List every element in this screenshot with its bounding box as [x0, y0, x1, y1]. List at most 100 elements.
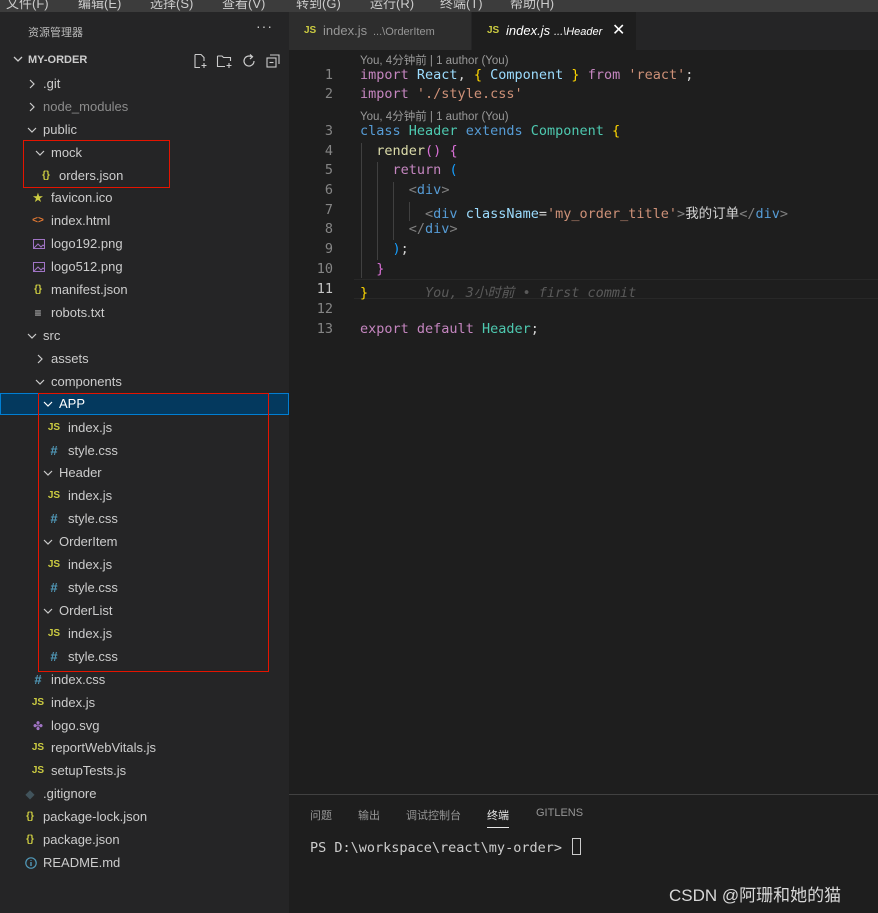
tab-header-index-js[interactable]: JS index.js ...\Header ✕: [472, 12, 636, 50]
tree-file-orderlist-style-css[interactable]: # style.css: [0, 646, 289, 668]
chevron-down-icon: [27, 333, 37, 339]
code-editor[interactable]: You, 4分钟前 | 1 author (You) You, 4分钟前 | 1…: [289, 50, 878, 794]
tab-gitlens[interactable]: GITLENS: [536, 807, 583, 819]
menu-file[interactable]: 文件(F): [6, 0, 49, 12]
more-actions-icon[interactable]: ···: [256, 18, 273, 34]
tree-folder-assets[interactable]: assets: [0, 348, 289, 370]
tree-file-index-html[interactable]: <> index.html: [0, 210, 289, 232]
new-folder-icon[interactable]: [216, 53, 233, 69]
tree-file-index-js[interactable]: JS index.js: [0, 692, 289, 714]
tab-path: ...\Header: [554, 26, 603, 38]
menu-selection[interactable]: 选择(S): [150, 0, 193, 12]
menu-edit[interactable]: 编辑(E): [78, 0, 121, 12]
tree-file-package-lock[interactable]: {} package-lock.json: [0, 806, 289, 828]
tree-folder-mock[interactable]: mock: [0, 142, 289, 164]
tree-file-orderitem-style-css[interactable]: # style.css: [0, 577, 289, 599]
tree-folder-orderitem[interactable]: OrderItem: [0, 531, 289, 553]
codelens-author[interactable]: You, 4分钟前 | 1 author (You): [360, 108, 509, 124]
tree-file-orders-json[interactable]: {} orders.json: [0, 165, 289, 187]
tree-file-orderlist-index-js[interactable]: JS index.js: [0, 623, 289, 645]
menu-go[interactable]: 转到(G): [296, 0, 341, 12]
menu-run[interactable]: 运行(R): [370, 0, 414, 12]
css-file-icon: #: [34, 672, 42, 687]
tree-folder-git[interactable]: .git: [0, 73, 289, 95]
tree-item-label: src: [43, 328, 61, 343]
tree-file-logo-svg[interactable]: ✤ logo.svg: [0, 715, 289, 737]
chevron-down-icon: [35, 379, 45, 385]
chevron-down-icon: [13, 56, 23, 62]
js-file-icon: JS: [31, 765, 45, 776]
tree-folder-header[interactable]: Header: [0, 462, 289, 484]
menu-help[interactable]: 帮助(H): [510, 0, 554, 12]
tree-file-header-index-js[interactable]: JS index.js: [0, 485, 289, 507]
tree-file-gitignore[interactable]: ◆ .gitignore: [0, 783, 289, 805]
collapse-all-icon[interactable]: [265, 53, 281, 69]
tree-file-package-json[interactable]: {} package.json: [0, 829, 289, 851]
explorer-sidebar: 资源管理器 ··· MY-ORDER .git node_modules pub…: [0, 12, 289, 913]
menu-view[interactable]: 查看(V): [222, 0, 265, 12]
line-number: 1: [324, 67, 333, 83]
tree-item-label: OrderList: [59, 603, 113, 618]
json-file-icon: {}: [26, 811, 34, 822]
project-name: MY-ORDER: [28, 54, 88, 66]
project-header[interactable]: MY-ORDER: [0, 51, 289, 71]
tree-folder-public[interactable]: public: [0, 119, 289, 141]
tab-terminal[interactable]: 终端: [487, 807, 509, 828]
code-line: render() {: [376, 143, 458, 159]
tree-item-label: .gitignore: [43, 786, 97, 801]
code-line: );: [392, 241, 409, 257]
line-number: 2: [324, 86, 333, 102]
tree-item-label: APP: [59, 396, 86, 411]
code-line: class Header extends Component {: [360, 123, 621, 139]
chevron-down-icon: [27, 127, 37, 133]
text-file-icon: ≡: [34, 306, 42, 320]
chevron-right-icon: [37, 354, 43, 364]
tree-folder-src[interactable]: src: [0, 325, 289, 347]
code-line: import './style.css': [360, 86, 523, 102]
tree-file-reportwebvitals[interactable]: JS reportWebVitals.js: [0, 737, 289, 759]
menu-bar: 文件(F) 编辑(E) 选择(S) 查看(V) 转到(G) 运行(R) 终端(T…: [0, 0, 878, 12]
tree-file-favicon[interactable]: ★ favicon.ico: [0, 187, 289, 209]
tree-file-orderitem-index-js[interactable]: JS index.js: [0, 554, 289, 576]
explorer-title: 资源管理器: [28, 27, 83, 39]
terminal-output[interactable]: PS D:\workspace\react\my-order>: [310, 838, 582, 856]
tree-item-label: components: [51, 374, 122, 389]
tree-file-readme[interactable]: README.md: [0, 852, 289, 874]
tree-file-robots[interactable]: ≡ robots.txt: [0, 302, 289, 324]
tree-file-setuptests[interactable]: JS setupTests.js: [0, 760, 289, 782]
svg-file-icon: ✤: [32, 719, 44, 733]
tree-file-app-style-css[interactable]: # style.css: [0, 440, 289, 462]
tree-folder-app[interactable]: APP: [0, 393, 289, 415]
tree-file-logo192[interactable]: logo192.png: [0, 233, 289, 255]
refresh-icon[interactable]: [241, 53, 257, 69]
line-number: 5: [324, 162, 333, 178]
line-number: 10: [316, 261, 333, 277]
new-file-icon[interactable]: [192, 53, 208, 69]
tab-output[interactable]: 输出: [358, 807, 380, 823]
tab-debug-console[interactable]: 调试控制台: [406, 807, 461, 823]
git-file-icon: ◆: [25, 787, 35, 801]
tree-folder-node-modules[interactable]: node_modules: [0, 96, 289, 118]
tree-file-app-index-js[interactable]: JS index.js: [0, 417, 289, 439]
tree-file-header-style-css[interactable]: # style.css: [0, 508, 289, 530]
css-file-icon: #: [50, 649, 58, 664]
tree-file-manifest[interactable]: {} manifest.json: [0, 279, 289, 301]
tree-item-label: .git: [43, 76, 61, 91]
js-file-icon: JS: [304, 25, 317, 36]
line-number: 4: [324, 143, 333, 159]
close-icon[interactable]: ✕: [612, 12, 625, 50]
tab-problems[interactable]: 问题: [310, 807, 332, 823]
tree-folder-orderlist[interactable]: OrderList: [0, 600, 289, 622]
menu-terminal[interactable]: 终端(T): [440, 0, 483, 12]
js-file-icon: JS: [31, 742, 45, 753]
git-blame-annotation: You, 3小时前 • first commit: [425, 285, 637, 301]
codelens-author[interactable]: You, 4分钟前 | 1 author (You): [360, 52, 509, 68]
tree-file-logo512[interactable]: logo512.png: [0, 256, 289, 278]
tab-orderitem-index-js[interactable]: JS index.js ...\OrderItem: [289, 12, 471, 50]
line-number: 13: [316, 321, 333, 337]
tree-folder-components[interactable]: components: [0, 371, 289, 393]
tree-file-index-css[interactable]: # index.css: [0, 669, 289, 691]
css-file-icon: #: [50, 443, 58, 458]
code-line: <div className='my_order_title'>我的订单</di…: [425, 206, 788, 222]
line-number: 12: [316, 301, 333, 317]
